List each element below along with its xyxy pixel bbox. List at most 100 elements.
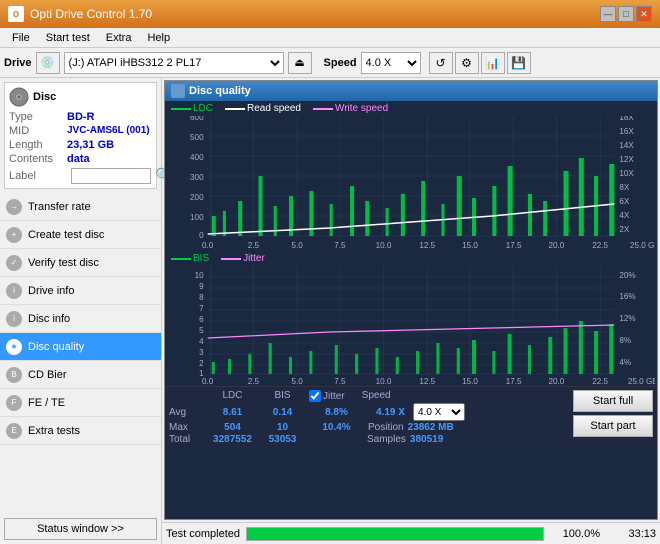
svg-text:7.5: 7.5	[334, 377, 346, 386]
sidebar-item-disc-info[interactable]: i Disc info	[0, 305, 161, 333]
legend-write-speed: Write speed	[313, 103, 388, 114]
bottom-chart: 10 9 8 7 6 5 4 3 2 1 20% 16% 12%	[167, 266, 655, 386]
sidebar-item-fe-te[interactable]: F FE / TE	[0, 389, 161, 417]
disc-mid-row: MID JVC-AMS6L (001)	[9, 125, 152, 137]
svg-text:10X: 10X	[619, 169, 634, 178]
menu-help[interactable]: Help	[139, 30, 178, 46]
speed-label: Speed	[324, 57, 357, 69]
svg-text:3: 3	[199, 348, 204, 357]
sidebar-item-label: Extra tests	[28, 425, 80, 437]
drive-select[interactable]: (J:) ATAPI iHBS312 2 PL17	[64, 52, 284, 74]
samples-label: Samples	[367, 434, 406, 445]
disc-label-row: Label 🔍	[9, 167, 152, 184]
start-full-button[interactable]: Start full	[573, 390, 653, 412]
svg-text:25.0 GB: 25.0 GB	[628, 377, 655, 386]
svg-text:14X: 14X	[619, 141, 634, 150]
close-button[interactable]: ✕	[636, 6, 652, 22]
start-part-button[interactable]: Start part	[573, 415, 653, 437]
position-val: 23862 MB	[408, 422, 454, 433]
disc-section-label: Disc	[33, 91, 56, 103]
svg-text:10.0: 10.0	[376, 241, 392, 250]
svg-text:10.0: 10.0	[376, 377, 392, 386]
app-icon: O	[8, 6, 24, 22]
svg-text:500: 500	[190, 133, 204, 142]
progress-area: Test completed 100.0% 33:13	[162, 522, 660, 544]
disc-contents-row: Contents data	[9, 153, 152, 165]
eject-button[interactable]: ⏏	[288, 52, 312, 74]
chart-icon[interactable]: 📊	[481, 52, 505, 74]
sidebar-item-drive-info[interactable]: i Drive info	[0, 277, 161, 305]
svg-text:20%: 20%	[619, 271, 635, 280]
status-window-button[interactable]: Status window >>	[4, 518, 157, 540]
drive-label: Drive	[4, 57, 32, 69]
speed-result-select[interactable]: 4.0 X	[413, 403, 465, 421]
svg-text:4: 4	[199, 337, 204, 346]
extra-tests-icon: E	[6, 423, 22, 439]
svg-text:22.5: 22.5	[592, 241, 608, 250]
svg-text:0.0: 0.0	[202, 241, 214, 250]
svg-text:15.0: 15.0	[462, 377, 478, 386]
svg-text:200: 200	[190, 193, 204, 202]
maximize-button[interactable]: □	[618, 6, 634, 22]
jitter-label: Jitter	[323, 391, 345, 402]
svg-text:5.0: 5.0	[291, 377, 303, 386]
progress-bar-fill	[247, 528, 543, 540]
svg-text:300: 300	[190, 173, 204, 182]
disc-label-input[interactable]	[71, 168, 151, 184]
stats-max-bis: 10	[260, 422, 305, 433]
svg-text:2X: 2X	[619, 225, 630, 234]
svg-text:0: 0	[199, 231, 204, 240]
minimize-button[interactable]: —	[600, 6, 616, 22]
svg-text:8: 8	[199, 293, 204, 302]
settings-icon[interactable]: ⚙	[455, 52, 479, 74]
svg-text:4X: 4X	[619, 211, 630, 220]
sidebar-item-disc-quality[interactable]: ★ Disc quality	[0, 333, 161, 361]
svg-text:12%: 12%	[619, 314, 635, 323]
svg-text:12.5: 12.5	[419, 377, 435, 386]
disc-quality-header-icon	[171, 84, 185, 98]
drive-icon-btn[interactable]: 💿	[36, 52, 60, 74]
svg-text:17.5: 17.5	[506, 377, 522, 386]
speed-select[interactable]: 4.0 X 1.0 X 2.0 X 6.0 X 8.0 X	[361, 52, 421, 74]
menubar: File Start test Extra Help	[0, 28, 660, 48]
disc-type-key: Type	[9, 111, 67, 123]
toolbar-icons: ↺ ⚙ 📊 💾	[429, 52, 531, 74]
sidebar-item-label: Create test disc	[28, 229, 104, 241]
progress-percent: 100.0%	[550, 528, 600, 540]
refresh-icon[interactable]: ↺	[429, 52, 453, 74]
svg-text:2.5: 2.5	[248, 377, 260, 386]
legend-jitter: Jitter	[221, 253, 265, 264]
save-icon[interactable]: 💾	[507, 52, 531, 74]
transfer-rate-icon: →	[6, 199, 22, 215]
stats-header-ldc: LDC	[205, 390, 260, 402]
sidebar-item-verify-test-disc[interactable]: ✓ Verify test disc	[0, 249, 161, 277]
sidebar-item-cd-bier[interactable]: B CD Bier	[0, 361, 161, 389]
stats-total-bis: 53053	[260, 434, 305, 445]
svg-text:7: 7	[199, 304, 204, 313]
sidebar-item-extra-tests[interactable]: E Extra tests	[0, 417, 161, 445]
legend-read-speed: Read speed	[225, 103, 301, 114]
jitter-checkbox[interactable]	[309, 390, 321, 402]
svg-text:20.0: 20.0	[548, 241, 564, 250]
main: Disc Type BD-R MID JVC-AMS6L (001) Lengt…	[0, 78, 660, 544]
menu-start-test[interactable]: Start test	[38, 30, 98, 46]
sidebar-item-create-test-disc[interactable]: + Create test disc	[0, 221, 161, 249]
menu-extra[interactable]: Extra	[98, 30, 140, 46]
svg-text:17.5: 17.5	[506, 241, 522, 250]
disc-mid-key: MID	[9, 125, 67, 137]
disc-quality-title: Disc quality	[189, 85, 251, 97]
sidebar-item-label: FE / TE	[28, 397, 65, 409]
sidebar-item-label: Disc info	[28, 313, 70, 325]
position-label: Position	[368, 422, 404, 433]
disc-type-row: Type BD-R	[9, 111, 152, 123]
create-disc-icon: +	[6, 227, 22, 243]
stats-max-ldc: 504	[205, 422, 260, 433]
menu-file[interactable]: File	[4, 30, 38, 46]
sidebar-item-transfer-rate[interactable]: → Transfer rate	[0, 193, 161, 221]
content-area: Disc quality LDC Read speed Wr	[162, 78, 660, 544]
svg-text:12.5: 12.5	[419, 241, 435, 250]
verify-disc-icon: ✓	[6, 255, 22, 271]
svg-text:5.0: 5.0	[291, 241, 303, 250]
disc-label-key: Label	[9, 170, 67, 182]
samples-val: 380519	[410, 434, 443, 445]
